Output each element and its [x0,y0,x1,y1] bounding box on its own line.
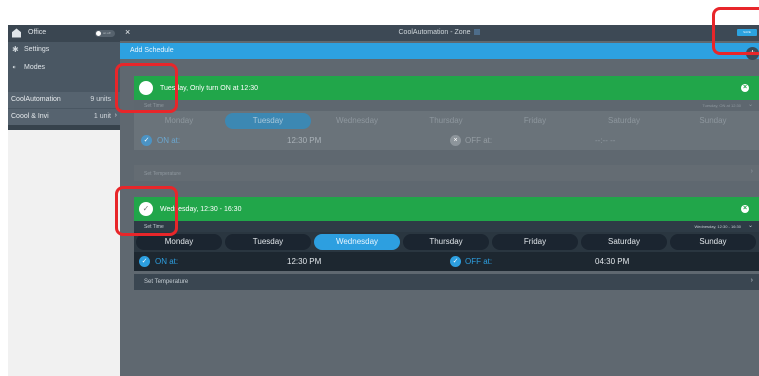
day-friday[interactable]: Friday [492,234,578,250]
day-saturday[interactable]: Saturday [581,234,667,250]
set-time-label: Set Time [144,103,164,109]
panel-title: CoolAutomation - Zone [398,29,471,36]
system-name: Coool & Invi [11,113,49,120]
off-time[interactable]: --:-- -- [595,136,615,145]
sidebar-system-coolautomation[interactable]: CoolAutomation 9 units › [8,92,120,108]
sidebar: Office on off ✱ Settings ⁌ Modes CoolAut… [8,25,120,376]
day-monday[interactable]: Monday [136,113,222,129]
schedule-title: Wednesday, 12:30 - 16:30 [160,206,242,213]
location-name: Office [28,29,47,36]
panel-title-wrap: CoolAutomation - Zone [120,29,759,36]
off-check-icon[interactable]: ✓ [450,256,461,267]
day-wednesday[interactable]: Wednesday [314,234,400,250]
chevron-down-icon: ⌄ [747,223,753,229]
day-selector: Monday Tuesday Wednesday Thursday Friday… [134,232,759,252]
on-label: ON at: [155,257,179,266]
home-icon [12,28,21,38]
chevron-right-icon: › [750,277,753,284]
modes-icon: ⁌ [12,63,16,72]
location-power-toggle[interactable]: on off [95,30,115,37]
sidebar-item-settings[interactable]: ✱ Settings [8,42,120,58]
day-monday[interactable]: Monday [136,234,222,250]
zone-color-swatch [474,29,481,36]
on-time[interactable]: 12:30 PM [287,257,321,266]
schedule-header[interactable]: Tuesday, Only turn ON at 12:30 × [134,76,759,100]
schedule-enable-checkbox[interactable] [139,81,153,95]
day-friday[interactable]: Friday [492,113,578,129]
schedule-card: Tuesday, Only turn ON at 12:30 × Set Tim… [134,76,759,182]
set-time-summary: Tuesday, ON at 12:30 [702,103,741,108]
set-time-row[interactable]: Set Time Wednesday, 12:30 - 16:30 ⌄ [134,221,759,232]
day-sunday[interactable]: Sunday [670,234,756,250]
system-unit-count: 1 unit [93,113,111,120]
add-schedule-bar[interactable]: Add Schedule + [120,43,759,60]
off-cross-icon[interactable]: × [450,135,461,146]
day-sunday[interactable]: Sunday [670,113,756,129]
set-temperature-row[interactable]: Set Temperature › [134,274,759,290]
chevron-right-icon: › [750,168,753,175]
add-schedule-label: Add Schedule [130,47,174,54]
set-time-row[interactable]: Set Time Tuesday, ON at 12:30 ⌄ [134,100,759,111]
day-saturday[interactable]: Saturday [581,113,667,129]
set-time-summary: Wednesday, 12:30 - 16:30 [694,224,741,229]
day-wednesday[interactable]: Wednesday [314,113,400,129]
day-thursday[interactable]: Thursday [403,234,489,250]
day-tuesday[interactable]: Tuesday [225,113,311,129]
set-temperature-label: Set Temperature [144,279,189,285]
toggle-knob [96,31,101,36]
chevron-right-icon: › [114,112,117,119]
gear-icon: ✱ [12,45,19,54]
toggle-label: on off [103,31,111,35]
schedule-header[interactable]: ✓ Wednesday, 12:30 - 16:30 × [134,197,759,221]
app-root: Office on off ✱ Settings ⁌ Modes CoolAut… [0,0,759,376]
sidebar-item-label: Settings [24,46,50,53]
on-check-icon[interactable]: ✓ [141,135,152,146]
delete-schedule-icon[interactable]: × [741,205,749,213]
sidebar-header[interactable]: Office on off [8,25,120,42]
schedule-panel: × CoolAutomation - Zone SAVE Add Schedul… [120,25,759,376]
schedule-title: Tuesday, Only turn ON at 12:30 [160,85,259,92]
off-label: OFF at: [465,257,493,266]
system-unit-count: 9 units [90,96,111,103]
off-label: OFF at: [465,136,493,145]
off-time[interactable]: 04:30 PM [595,257,629,266]
on-off-row: ✓ ON at: 12:30 PM × OFF at: --:-- -- [134,131,759,150]
schedule-card: ✓ Wednesday, 12:30 - 16:30 × Set Time We… [134,197,759,303]
add-schedule-plus-icon[interactable]: + [746,47,759,60]
day-selector: Monday Tuesday Wednesday Thursday Friday… [134,111,759,131]
day-thursday[interactable]: Thursday [403,113,489,129]
day-tuesday[interactable]: Tuesday [225,234,311,250]
sidebar-item-modes[interactable]: ⁌ Modes [8,60,120,76]
save-button[interactable]: SAVE [737,29,757,36]
set-temperature-label: Set Temperature [144,171,181,177]
on-off-row: ✓ ON at: 12:30 PM ✓ OFF at: 04:30 PM [134,252,759,271]
set-temperature-row[interactable]: Set Temperature › [134,165,759,181]
panel-topbar: × CoolAutomation - Zone SAVE [120,25,759,41]
system-name: CoolAutomation [11,96,61,103]
schedule-enable-checkbox[interactable]: ✓ [139,202,153,216]
on-time[interactable]: 12:30 PM [287,136,321,145]
chevron-right-icon: › [114,95,117,102]
on-label: ON at: [157,136,181,145]
set-time-label: Set Time [144,224,164,230]
sidebar-system-coool-invi[interactable]: Coool & Invi 1 unit › [8,109,120,125]
delete-schedule-icon[interactable]: × [741,84,749,92]
chevron-down-icon: ⌄ [747,102,753,108]
on-check-icon[interactable]: ✓ [139,256,150,267]
sidebar-item-label: Modes [24,64,46,71]
